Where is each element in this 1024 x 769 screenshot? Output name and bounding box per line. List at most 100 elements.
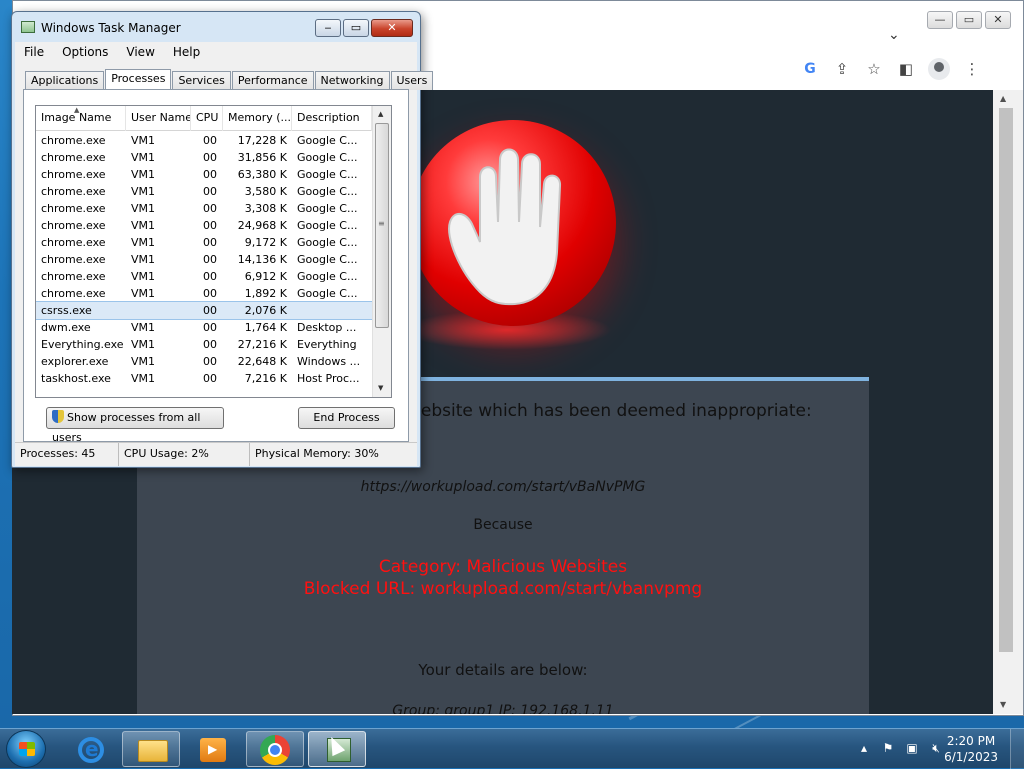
table-row[interactable]: Everything.exe VM1 00 27,216 K Everything [36, 336, 372, 353]
process-image-name: taskhost.exe [41, 372, 111, 385]
tab-users[interactable]: Users [390, 71, 434, 90]
process-user-name: VM1 [131, 372, 156, 385]
table-row[interactable]: chrome.exe VM1 00 1,892 K Google C... [36, 285, 372, 302]
process-image-name: chrome.exe [41, 219, 106, 232]
maximize-button[interactable]: ▭ [956, 11, 982, 29]
table-row[interactable]: taskhost.exe VM1 00 7,216 K Host Proc... [36, 370, 372, 387]
menu-file[interactable]: File [15, 45, 53, 59]
process-memory: 27,216 K [237, 338, 287, 351]
process-cpu: 00 [203, 304, 217, 317]
table-row[interactable]: chrome.exe VM1 00 17,228 K Google C... [36, 132, 372, 149]
task-manager-window: Windows Task Manager ‒ ▭ ✕ File Options … [11, 11, 434, 468]
column-description[interactable]: Description [292, 106, 372, 131]
table-row[interactable]: dwm.exe VM1 00 1,764 K Desktop ... [36, 319, 372, 336]
menu-icon[interactable]: ⋮ [962, 59, 982, 79]
process-image-name: chrome.exe [41, 151, 106, 164]
page-scrollbar[interactable]: ▲ ▼ [993, 90, 1023, 714]
sort-ascending-icon: ▲ [74, 106, 80, 114]
scroll-up-arrow-icon[interactable]: ▲ [378, 110, 383, 118]
close-button[interactable]: ✕ [985, 11, 1011, 29]
process-user-name: VM1 [131, 355, 156, 368]
scroll-thumb[interactable] [999, 108, 1013, 652]
process-list[interactable]: ▲ Image Name User Name CPU Memory (... D… [35, 105, 392, 398]
column-cpu[interactable]: CPU [191, 106, 223, 131]
table-row[interactable]: csrss.exe 00 2,076 K [36, 301, 373, 320]
table-row[interactable]: chrome.exe VM1 00 31,856 K Google C... [36, 149, 372, 166]
process-memory: 3,580 K [244, 185, 287, 198]
blocked-url-line: Blocked URL: workupload.com/start/vbanvp… [303, 579, 703, 599]
network-icon[interactable]: ▣ [904, 741, 920, 756]
task-manager-titlebar[interactable]: Windows Task Manager ‒ ▭ ✕ [12, 12, 420, 42]
table-row[interactable]: chrome.exe VM1 00 6,912 K Google C... [36, 268, 372, 285]
sidepanel-icon[interactable]: ◧ [896, 59, 916, 79]
category-text: Category: Malicious Websites [378, 557, 628, 577]
process-cpu: 00 [203, 321, 217, 334]
maximize-button[interactable]: ▭ [343, 19, 369, 37]
status-processes: Processes: 45 [15, 443, 119, 466]
process-cpu: 00 [203, 253, 217, 266]
process-cpu: 00 [203, 338, 217, 351]
taskbar-google-chrome[interactable] [246, 731, 304, 767]
scroll-down-arrow-icon[interactable]: ▼ [378, 384, 383, 392]
process-memory: 7,216 K [244, 372, 287, 385]
table-row[interactable]: chrome.exe VM1 00 9,172 K Google C... [36, 234, 372, 251]
scroll-up-arrow-icon[interactable]: ▲ [1000, 94, 1006, 103]
window-title: Windows Task Manager [41, 21, 181, 35]
taskbar-media-center[interactable] [184, 731, 242, 767]
tab-search-chevron-icon[interactable]: ⌄ [888, 27, 900, 43]
column-image-name[interactable]: ▲ Image Name [36, 106, 126, 131]
table-row[interactable]: chrome.exe VM1 00 14,136 K Google C... [36, 251, 372, 268]
menu-view[interactable]: View [117, 45, 163, 59]
minimize-button[interactable]: ‒ [315, 19, 341, 37]
scroll-down-arrow-icon[interactable]: ▼ [1000, 700, 1006, 709]
table-row[interactable]: chrome.exe VM1 00 3,308 K Google C... [36, 200, 372, 217]
process-description: Google C... [297, 236, 358, 249]
menu-options[interactable]: Options [53, 45, 117, 59]
system-clock[interactable]: 2:20 PM 6/1/2023 [944, 733, 998, 765]
tab-processes[interactable]: Processes [105, 69, 172, 91]
close-button[interactable]: ✕ [371, 19, 413, 37]
details-heading: Your details are below: [418, 661, 588, 679]
table-row[interactable]: chrome.exe VM1 00 3,580 K Google C... [36, 183, 372, 200]
table-row[interactable]: explorer.exe VM1 00 22,648 K Windows ... [36, 353, 372, 370]
volume-muted-icon[interactable]: 🔇︎ [928, 741, 944, 756]
process-description: Google C... [297, 253, 358, 266]
end-process-button[interactable]: End Process [298, 407, 395, 429]
taskbar-windows-explorer[interactable] [122, 731, 180, 767]
process-cpu: 00 [203, 270, 217, 283]
start-button[interactable] [6, 730, 46, 768]
taskbar-internet-explorer[interactable] [60, 731, 118, 767]
stop-hand-icon [410, 120, 616, 326]
column-user-name[interactable]: User Name [126, 106, 191, 131]
process-image-name: explorer.exe [41, 355, 109, 368]
process-description: Google C... [297, 134, 358, 147]
share-icon[interactable]: ⇪ [832, 59, 852, 79]
show-all-processes-button[interactable]: Show processes from all users [46, 407, 224, 444]
minimize-button[interactable]: — [927, 11, 953, 29]
google-icon[interactable]: G [800, 59, 820, 79]
process-image-name: Everything.exe [41, 338, 124, 351]
notification-area: ▴ ⚑ ▣ 🔇︎ [856, 741, 944, 756]
process-cpu: 00 [203, 355, 217, 368]
process-cpu: 00 [203, 134, 217, 147]
table-row[interactable]: chrome.exe VM1 00 24,968 K Google C... [36, 217, 372, 234]
profile-icon[interactable] [928, 58, 950, 80]
table-row[interactable]: chrome.exe VM1 00 63,380 K Google C... [36, 166, 372, 183]
tab-services[interactable]: Services [172, 71, 231, 90]
process-image-name: chrome.exe [41, 134, 106, 147]
tab-performance[interactable]: Performance [231, 71, 314, 90]
process-user-name: VM1 [131, 202, 156, 215]
process-memory: 17,228 K [237, 134, 287, 147]
list-scrollbar[interactable]: ▲ ≡ ▼ [372, 106, 391, 397]
menu-help[interactable]: Help [164, 45, 209, 59]
show-desktop-button[interactable] [1010, 729, 1024, 769]
process-user-name: VM1 [131, 287, 156, 300]
chrome-caption-buttons: — ▭ ✕ [924, 11, 1011, 29]
show-hidden-icons-icon[interactable]: ▴ [856, 741, 872, 756]
action-center-flag-icon[interactable]: ⚑ [880, 741, 896, 756]
tab-applications[interactable]: Applications [25, 71, 105, 90]
column-memory[interactable]: Memory (... [223, 106, 292, 131]
star-icon[interactable]: ☆ [864, 59, 884, 79]
status-bar: Processes: 45 CPU Usage: 2% Physical Mem… [15, 442, 417, 466]
tab-networking[interactable]: Networking [314, 71, 390, 90]
